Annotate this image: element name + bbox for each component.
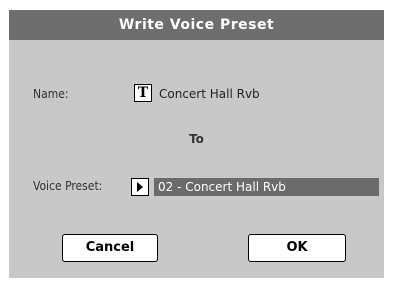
write-voice-preset-dialog: Write Voice Preset Name: T Concert Hall … <box>9 10 384 278</box>
ok-button[interactable]: OK <box>248 234 346 262</box>
play-arrow-icon <box>137 182 143 192</box>
name-value: Concert Hall Rvb <box>159 87 260 101</box>
voice-preset-field[interactable]: 02 - Concert Hall Rvb <box>154 178 379 196</box>
dialog-title: Write Voice Preset <box>9 10 384 40</box>
cancel-button[interactable]: Cancel <box>62 234 158 262</box>
to-label: To <box>189 132 204 146</box>
name-label: Name: <box>33 87 69 101</box>
voice-preset-label: Voice Preset: <box>33 179 103 193</box>
text-edit-icon[interactable]: T <box>134 84 152 102</box>
preset-select-button[interactable] <box>131 178 149 196</box>
